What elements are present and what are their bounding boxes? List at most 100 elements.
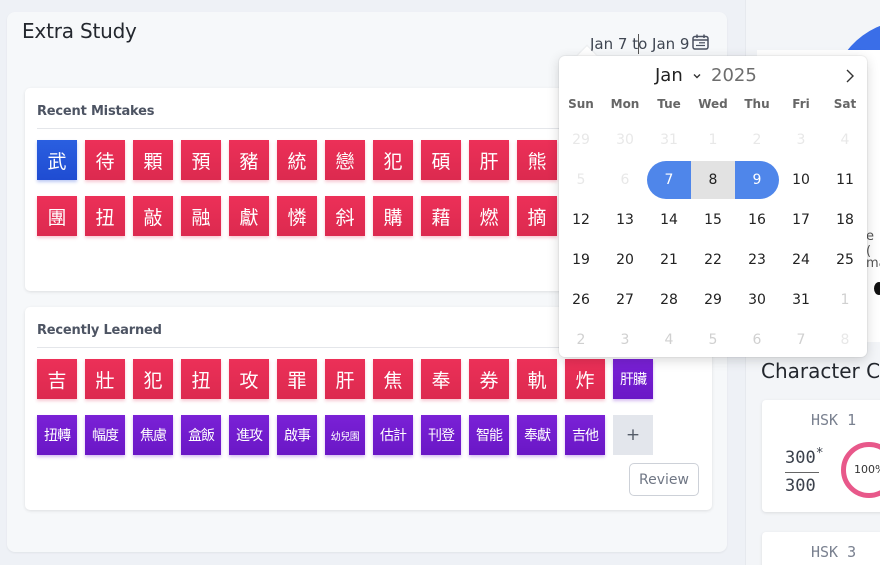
chevron-down-icon[interactable]	[692, 71, 702, 81]
calendar-day[interactable]: 6	[603, 161, 647, 199]
character-tile[interactable]: 壯	[85, 359, 125, 399]
character-tile[interactable]: 扭	[85, 196, 125, 236]
calendar-day[interactable]: 31	[647, 121, 691, 159]
character-tile[interactable]: 藉	[421, 196, 461, 236]
hsk-card[interactable]: HSK 1 300* 300 100%	[762, 400, 880, 512]
calendar-day-selected[interactable]: 9	[735, 161, 779, 199]
chevron-right-icon[interactable]	[843, 68, 857, 84]
character-tile[interactable]: 軌	[517, 359, 557, 399]
character-tile[interactable]: 奉獻	[517, 415, 557, 455]
character-tile[interactable]: 焦慮	[133, 415, 173, 455]
character-tile[interactable]: 吉	[37, 359, 77, 399]
character-tile[interactable]: 肝	[469, 140, 509, 180]
calendar-day[interactable]: 17	[779, 201, 823, 239]
calendar-day[interactable]: 5	[691, 321, 735, 359]
character-tile[interactable]: 盒飯	[181, 415, 221, 455]
calendar-day[interactable]: 1	[691, 121, 735, 159]
calendar-icon[interactable]	[692, 34, 709, 50]
character-tile[interactable]: 斜	[325, 196, 365, 236]
calendar-day[interactable]: 10	[779, 161, 823, 199]
character-tile[interactable]: 戀	[325, 140, 365, 180]
calendar-day[interactable]: 2	[559, 321, 603, 359]
calendar-day[interactable]: 4	[647, 321, 691, 359]
character-tile[interactable]: 犯	[373, 140, 413, 180]
calendar-day[interactable]: 23	[735, 241, 779, 279]
calendar-day[interactable]: 19	[559, 241, 603, 279]
character-tile[interactable]: 奉	[421, 359, 461, 399]
character-tile[interactable]: 進攻	[229, 415, 269, 455]
character-tile[interactable]: 啟事	[277, 415, 317, 455]
character-tile[interactable]: 焦	[373, 359, 413, 399]
character-tile[interactable]: 預	[181, 140, 221, 180]
month-select[interactable]: Jan	[655, 65, 683, 86]
calendar-day[interactable]: 11	[823, 161, 867, 199]
character-tile[interactable]: 幼兒園	[325, 415, 365, 455]
calendar-day[interactable]: 27	[603, 281, 647, 319]
calendar-day[interactable]: 12	[559, 201, 603, 239]
calendar-day[interactable]: 28	[647, 281, 691, 319]
character-tile[interactable]: 獻	[229, 196, 269, 236]
character-tile[interactable]: 碩	[421, 140, 461, 180]
calendar-day[interactable]: 21	[647, 241, 691, 279]
character-tile[interactable]: 熊	[517, 140, 557, 180]
character-tile[interactable]: 憐	[277, 196, 317, 236]
calendar-day[interactable]: 18	[823, 201, 867, 239]
character-tile[interactable]: 統	[277, 140, 317, 180]
character-tile[interactable]: 豬	[229, 140, 269, 180]
calendar-day-selected[interactable]: 8	[691, 161, 735, 199]
character-tile[interactable]: 武	[37, 140, 77, 180]
calendar-day[interactable]: 31	[779, 281, 823, 319]
character-tile[interactable]: 扭	[181, 359, 221, 399]
calendar-day[interactable]: 20	[603, 241, 647, 279]
calendar-day[interactable]: 13	[603, 201, 647, 239]
calendar-day[interactable]: 6	[735, 321, 779, 359]
character-tile[interactable]: 犯	[133, 359, 173, 399]
character-tile[interactable]: 顆	[133, 140, 173, 180]
character-tile[interactable]: 攻	[229, 359, 269, 399]
calendar-day[interactable]: 25	[823, 241, 867, 279]
calendar-day[interactable]: 8	[823, 321, 867, 359]
calendar-day[interactable]: 2	[735, 121, 779, 159]
calendar-day-selected[interactable]: 7	[647, 161, 691, 199]
character-tile[interactable]: 肝臟	[613, 359, 653, 399]
character-tile[interactable]: 吉他	[565, 415, 605, 455]
year-input[interactable]: 2025	[711, 65, 757, 86]
fraction-line	[785, 472, 819, 473]
character-tile[interactable]: 摘	[517, 196, 557, 236]
character-tile[interactable]: 團	[37, 196, 77, 236]
calendar-day[interactable]: 29	[559, 121, 603, 159]
calendar-day[interactable]: 26	[559, 281, 603, 319]
calendar-day[interactable]: 30	[735, 281, 779, 319]
calendar-day[interactable]: 15	[691, 201, 735, 239]
character-tile[interactable]: 待	[85, 140, 125, 180]
character-tile[interactable]: 肝	[325, 359, 365, 399]
calendar-day[interactable]: 1	[823, 281, 867, 319]
calendar-day[interactable]: 3	[603, 321, 647, 359]
character-tile[interactable]: 智能	[469, 415, 509, 455]
calendar-day[interactable]: 30	[603, 121, 647, 159]
character-tile[interactable]: 罪	[277, 359, 317, 399]
calendar-day[interactable]: 14	[647, 201, 691, 239]
character-tile[interactable]: 炸	[565, 359, 605, 399]
character-tile[interactable]: 燃	[469, 196, 509, 236]
character-tile[interactable]: 扭轉	[37, 415, 77, 455]
calendar-day[interactable]: 3	[779, 121, 823, 159]
hsk-card[interactable]: HSK 3	[762, 532, 880, 565]
character-tile[interactable]: 融	[181, 196, 221, 236]
date-range-input[interactable]: Jan 7 to Jan 9	[590, 34, 689, 54]
calendar-day[interactable]: 16	[735, 201, 779, 239]
calendar-day[interactable]: 29	[691, 281, 735, 319]
calendar-day[interactable]: 24	[779, 241, 823, 279]
review-button[interactable]: Review	[629, 463, 699, 496]
calendar-day[interactable]: 22	[691, 241, 735, 279]
character-tile[interactable]: 估計	[373, 415, 413, 455]
calendar-day[interactable]: 5	[559, 161, 603, 199]
calendar-day[interactable]: 4	[823, 121, 867, 159]
character-tile[interactable]: 敲	[133, 196, 173, 236]
character-tile[interactable]: 幅度	[85, 415, 125, 455]
character-tile[interactable]: 券	[469, 359, 509, 399]
calendar-day[interactable]: 7	[779, 321, 823, 359]
character-tile[interactable]: 購	[373, 196, 413, 236]
add-tile-button[interactable]: +	[613, 415, 653, 455]
character-tile[interactable]: 刊登	[421, 415, 461, 455]
